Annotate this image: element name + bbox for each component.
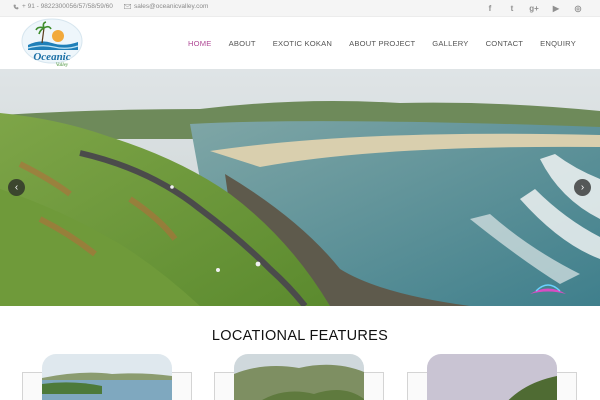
- nav-exotic-kokan[interactable]: EXOTIC KOKAN: [273, 39, 332, 48]
- feature-image: [234, 354, 364, 400]
- youtube-icon[interactable]: ▶: [550, 2, 562, 14]
- logo-text: Oceanic: [33, 51, 70, 63]
- feature-image: [42, 354, 172, 400]
- feature-image: [427, 354, 557, 400]
- feature-card[interactable]: [22, 354, 192, 400]
- social-links: f t g+ ▶ ◎: [484, 2, 584, 14]
- site-header: Oceanic Valley HOME ABOUT EXOTIC KOKAN A…: [0, 17, 600, 69]
- twitter-icon[interactable]: t: [506, 2, 518, 14]
- slider-prev-button[interactable]: ‹: [8, 179, 25, 196]
- feature-card[interactable]: [407, 354, 577, 400]
- site-logo[interactable]: Oceanic Valley: [20, 17, 84, 69]
- top-bar: + 91 - 9822300056/57/58/59/60 sales@ocea…: [0, 0, 600, 17]
- logo-graphic: Oceanic Valley: [21, 18, 83, 68]
- phone-icon: [13, 4, 19, 9]
- hero-image: [0, 69, 600, 306]
- email-contact[interactable]: sales@oceanicvalley.com: [124, 3, 208, 10]
- main-nav: HOME ABOUT EXOTIC KOKAN ABOUT PROJECT GA…: [188, 17, 576, 69]
- chevron-left-icon: ‹: [14, 181, 19, 193]
- envelope-icon: [124, 4, 131, 9]
- nav-enquiry[interactable]: ENQUIRY: [540, 39, 576, 48]
- nav-about-project[interactable]: ABOUT PROJECT: [349, 39, 415, 48]
- google-plus-icon[interactable]: g+: [528, 2, 540, 14]
- instagram-icon[interactable]: ◎: [572, 2, 584, 14]
- logo-subtext: Valley: [56, 63, 69, 68]
- phone-contact[interactable]: + 91 - 9822300056/57/58/59/60: [13, 3, 113, 10]
- hero-slider: ‹ ›: [0, 69, 600, 306]
- nav-home[interactable]: HOME: [188, 39, 212, 48]
- slider-next-button[interactable]: ›: [574, 179, 591, 196]
- email-address: sales@oceanicvalley.com: [134, 3, 209, 10]
- nav-contact[interactable]: CONTACT: [486, 39, 524, 48]
- nav-gallery[interactable]: GALLERY: [432, 39, 468, 48]
- phone-number: + 91 - 9822300056/57/58/59/60: [22, 3, 113, 10]
- facebook-icon[interactable]: f: [484, 2, 496, 14]
- chevron-right-icon: ›: [580, 181, 585, 193]
- feature-card[interactable]: [214, 354, 384, 400]
- section-title: LOCATIONAL FEATURES: [211, 328, 389, 344]
- nav-about[interactable]: ABOUT: [229, 39, 256, 48]
